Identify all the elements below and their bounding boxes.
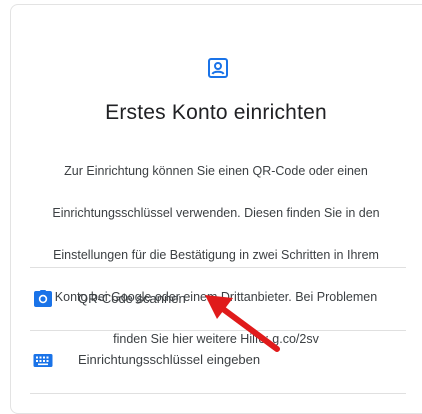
- scan-qr-code-label: QR-Code scannen: [78, 291, 186, 306]
- account-box-icon: [208, 58, 228, 78]
- camera-icon: [34, 290, 52, 307]
- description-line: Zur Einrichtung können Sie einen QR-Code…: [64, 164, 368, 178]
- description-line: Einstellungen für die Bestätigung in zwe…: [53, 248, 379, 262]
- red-arrow-icon: [205, 295, 280, 352]
- divider: [30, 393, 406, 394]
- keyboard-icon: [33, 354, 53, 367]
- page-title: Erstes Konto einrichten: [105, 101, 327, 124]
- description-line: Einrichtungsschlüssel verwenden. Diesen …: [52, 206, 380, 220]
